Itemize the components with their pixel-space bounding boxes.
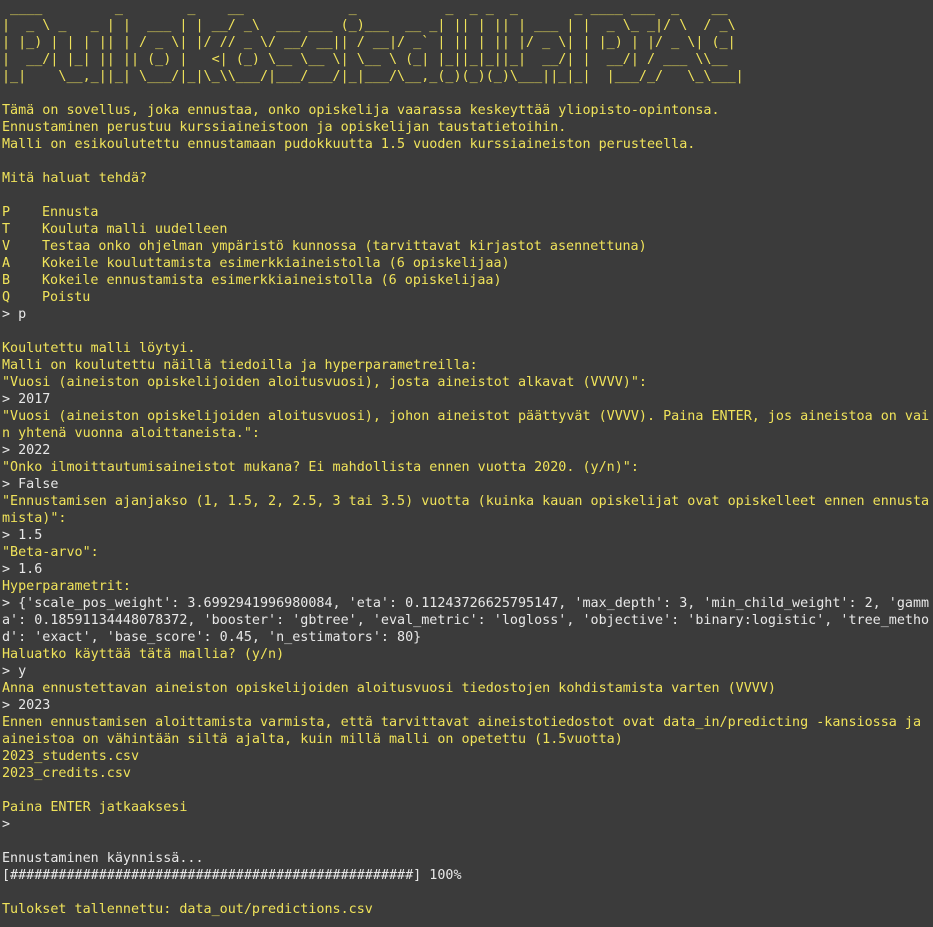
question-end-year: "Vuosi (aineiston opiskelijoiden aloitus… [2, 409, 930, 424]
menu-item-try-predicting: B Kokeile ennustamista esimerkkiaineistol… [2, 272, 933, 289]
banner-line: |_| \__,_||_| \___/|_|\_\\___/|___/___/|… [2, 69, 744, 84]
question-use-model: Haluatko käyttää tätä mallia? (y/n) [2, 647, 285, 662]
answer-use-model: > y [2, 664, 27, 679]
menu-label: Kouluta malli uudelleen [42, 222, 228, 237]
menu-label: Testaa onko ohjelman ympäristö kunnossa … [42, 239, 647, 254]
menu-key: A [2, 256, 11, 271]
answer-beta: > 1.6 [2, 562, 43, 577]
menu-item-predict: P Ennusta [2, 204, 933, 221]
banner-line: | |_) | | | || | / _ \| |/ // _ \/ __/ _… [2, 35, 736, 50]
menu-item-try-training: A Kokeile kouluttamista esimerkkiaineisto… [2, 255, 933, 272]
question-prediction-year: Anna ennustettavan aineiston opiskelijoi… [2, 681, 776, 696]
menu-question: Mitä haluat tehdä? [2, 171, 148, 186]
user-input-choice: > p [2, 307, 27, 322]
progress-bar: [#######################################… [2, 868, 422, 883]
results-saved-message: Tulokset tallennettu: data_out/predictio… [2, 902, 373, 917]
answer-prediction-year: > 2023 [2, 698, 51, 713]
menu-item-quit: Q Poistu [2, 289, 933, 306]
progress-line: [#######################################… [2, 867, 933, 884]
terminal-window[interactable]: ____ _ _ __ _ _ _ _ _ _ ____ ___ _ __ | … [0, 0, 933, 927]
question-enrollment: "Onko ilmoittautumisaineistot mukana? Ei… [2, 460, 639, 475]
press-enter-prompt: Paina ENTER jatkaaksesi [2, 800, 188, 815]
menu-item-train: T Kouluta malli uudelleen [2, 221, 933, 238]
menu-list: P Ennusta T Kouluta malli uudelleen V Testa… [2, 204, 933, 306]
banner-line: | __/| |_| || || (_) | <| (_) \__ \__ \|… [2, 52, 736, 67]
question-end-year-cont: n yhtenä vuonna aloittaneista.": [2, 426, 260, 441]
ascii-banner: ____ _ _ __ _ _ _ _ _ _ ____ ___ _ __ | … [2, 0, 933, 85]
hyperparameters-line: a': 0.18591134448078372, 'booster': 'gbt… [2, 613, 930, 628]
menu-item-test: V Testaa onko ohjelman ympäristö kunnossa… [2, 238, 933, 255]
hyperparameters-line: d': 'exact', 'base_score': 0.45, 'n_esti… [2, 630, 422, 645]
answer-start-year: > 2017 [2, 392, 51, 407]
question-period: "Ennustamisen ajanjakso (1, 1.5, 2, 2.5,… [2, 494, 930, 509]
menu-label: Kokeile ennustamista esimerkkiaineistoll… [42, 273, 502, 288]
menu-key: V [2, 239, 11, 254]
menu-key: Q [2, 290, 11, 305]
menu-label: Poistu [42, 290, 91, 305]
menu-label: Ennusta [42, 205, 99, 220]
banner-line: ____ _ _ __ _ _ _ _ _ _ ____ ___ _ __ [2, 1, 736, 16]
menu-label: Kokeile kouluttamista esimerkkiaineistol… [42, 256, 510, 271]
input-prompt[interactable]: > [2, 816, 933, 833]
file-name: 2023_credits.csv [2, 766, 131, 781]
running-message: Ennustaminen käynnissä... [2, 851, 204, 866]
intro-line: Tämä on sovellus, joka ennustaa, onko op… [2, 103, 720, 118]
hyperparameters-line: > {'scale_pos_weight': 3.699294199698008… [2, 596, 930, 611]
banner-line: | _ \ _ _ | | ___ | | __/ _\ ___ ___ (_)… [2, 18, 736, 33]
question-period-cont: mista)": [2, 511, 67, 526]
model-found-message: Koulutettu malli löytyi. [2, 341, 196, 356]
question-beta: "Beta-arvo": [2, 545, 99, 560]
hyperparameters-label: Hyperparametrit: [2, 579, 131, 594]
answer-end-year: > 2022 [2, 443, 51, 458]
menu-key: B [2, 273, 11, 288]
menu-key: P [2, 205, 11, 220]
file-name: 2023_students.csv [2, 749, 140, 764]
notice-line: Ennen ennustamisen aloittamista varmista… [2, 715, 922, 730]
answer-period: > 1.5 [2, 528, 43, 543]
notice-line: aineistoa on vähintään siltä ajalta, kui… [2, 732, 623, 747]
intro-line: Malli on esikoulutettu ennustamaan pudok… [2, 137, 696, 152]
menu-key: T [2, 222, 11, 237]
question-start-year: "Vuosi (aineiston opiskelijoiden aloitus… [2, 375, 647, 390]
model-info-message: Malli on koulutettu näillä tiedoilla ja … [2, 358, 478, 373]
answer-enrollment: > False [2, 477, 59, 492]
intro-line: Ennustaminen perustuu kurssiaineistoon j… [2, 120, 567, 135]
progress-percent: 100% [429, 868, 462, 883]
